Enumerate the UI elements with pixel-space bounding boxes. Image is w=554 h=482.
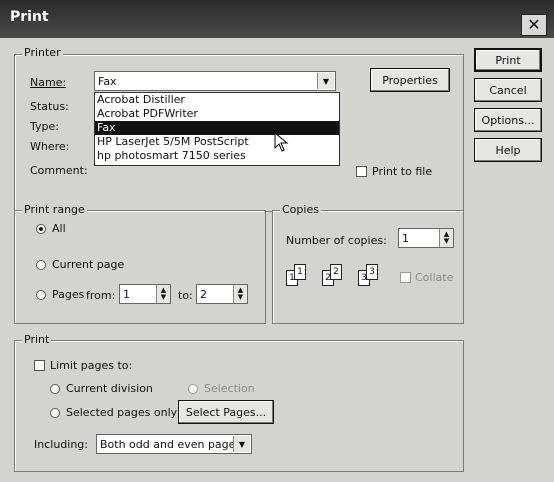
pages-label: Pages xyxy=(52,288,85,301)
print-button[interactable]: Print xyxy=(474,48,542,72)
cancel-button[interactable]: Cancel xyxy=(474,78,542,102)
limit-pages-checkbox[interactable] xyxy=(34,360,45,371)
dropdown-item[interactable]: hp photosmart 7150 series xyxy=(95,149,339,163)
copies-value: 1 xyxy=(402,231,409,245)
title-bar: Print ✕ xyxy=(0,0,554,38)
including-value: Both odd and even pages xyxy=(100,437,242,451)
copies-input[interactable]: 1 ▲ ▼ xyxy=(398,228,454,248)
to-page-value: 2 xyxy=(200,287,207,301)
printer-name-select[interactable]: Fax ▼ xyxy=(94,71,336,91)
current-page-label: Current page xyxy=(52,258,125,271)
to-label: to: xyxy=(178,289,193,302)
print-to-file-label: Print to file xyxy=(372,165,433,178)
mouse-cursor-icon xyxy=(274,131,290,155)
page-icon: 1 xyxy=(294,264,306,280)
window-title: Print xyxy=(10,9,49,25)
to-spinner-icon[interactable]: ▲ ▼ xyxy=(233,285,247,303)
from-page-value: 1 xyxy=(123,287,130,301)
close-icon[interactable]: ✕ xyxy=(521,14,547,36)
limit-pages-label: Limit pages to: xyxy=(50,359,133,372)
selected-pages-only-label: Selected pages only xyxy=(66,406,178,419)
collate-pages-icon: 1 1 2 2 3 3 xyxy=(286,264,392,292)
all-radio[interactable] xyxy=(36,224,46,234)
select-pages-button[interactable]: Select Pages... xyxy=(178,400,274,424)
printer-legend: Printer xyxy=(22,46,63,59)
including-select[interactable]: Both odd and even pages ▼ xyxy=(96,434,252,454)
page-icon: 2 xyxy=(330,264,342,280)
collate-checkbox[interactable] xyxy=(400,272,411,283)
print-options-legend: Print xyxy=(22,333,52,346)
type-label: Type: xyxy=(30,120,59,133)
copies-spinner-icon[interactable]: ▲ ▼ xyxy=(439,229,453,247)
printer-name-value: Fax xyxy=(98,74,117,88)
number-of-copies-label: Number of copies: xyxy=(286,234,387,247)
dropdown-item[interactable]: HP LaserJet 5/5M PostScript xyxy=(95,135,339,149)
print-to-file-checkbox[interactable] xyxy=(356,166,367,177)
current-division-radio[interactable] xyxy=(50,384,60,394)
selected-pages-only-radio[interactable] xyxy=(50,408,60,418)
dropdown-item[interactable]: Acrobat PDFWriter xyxy=(95,107,339,121)
collate-label: Collate xyxy=(415,271,454,284)
including-label: Including: xyxy=(34,438,88,451)
chevron-down-icon[interactable]: ▼ xyxy=(317,73,334,89)
dialog-body: Printer Name: Fax ▼ Properties Status: T… xyxy=(0,38,554,482)
dropdown-item-selected[interactable]: Fax xyxy=(95,121,339,135)
selection-label: Selection xyxy=(204,382,255,395)
dropdown-item[interactable]: Acrobat Distiller xyxy=(95,93,339,107)
current-page-radio[interactable] xyxy=(36,260,46,270)
options-button[interactable]: Options... xyxy=(474,108,542,132)
to-page-input[interactable]: 2 ▲ ▼ xyxy=(196,284,248,304)
chevron-down-icon[interactable]: ▼ xyxy=(233,436,250,452)
name-label: Name: xyxy=(30,76,67,89)
status-label: Status: xyxy=(30,100,69,113)
selection-radio[interactable] xyxy=(188,384,198,394)
help-button[interactable]: Help xyxy=(474,138,542,162)
from-spinner-icon[interactable]: ▲ ▼ xyxy=(156,285,170,303)
print-range-legend: Print range xyxy=(22,203,87,216)
from-page-input[interactable]: 1 ▲ ▼ xyxy=(119,284,171,304)
where-label: Where: xyxy=(30,140,70,153)
current-division-label: Current division xyxy=(66,382,153,395)
properties-button[interactable]: Properties xyxy=(370,68,450,92)
copies-legend: Copies xyxy=(280,203,321,216)
all-label: All xyxy=(52,222,66,235)
printer-dropdown-list[interactable]: Acrobat Distiller Acrobat PDFWriter Fax … xyxy=(94,92,340,166)
from-label: from: xyxy=(86,289,116,302)
pages-radio[interactable] xyxy=(36,290,46,300)
page-icon: 3 xyxy=(366,264,378,280)
comment-label: Comment: xyxy=(30,164,88,177)
print-dialog-window: Print ✕ Printer Name: Fax ▼ Properties S… xyxy=(0,0,554,482)
